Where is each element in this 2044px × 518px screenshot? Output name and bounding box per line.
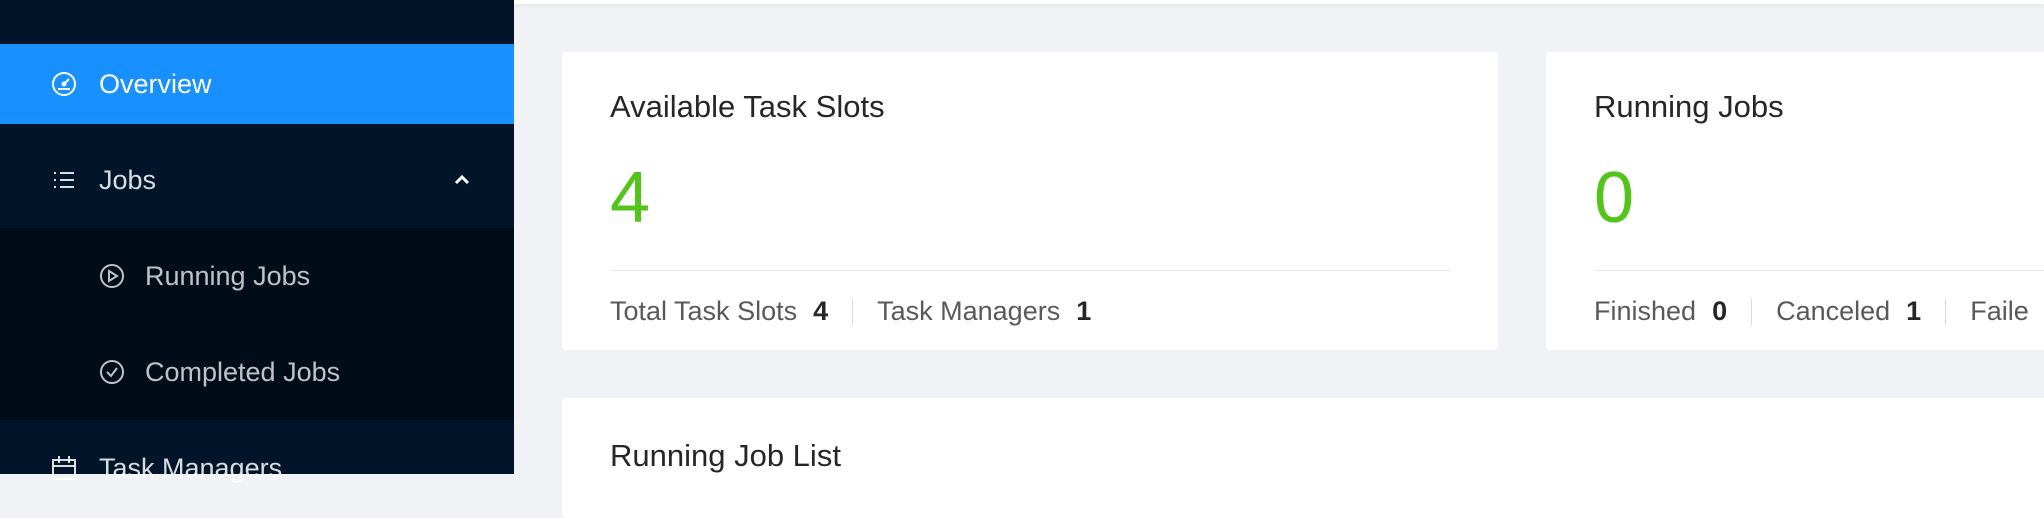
card-footer: Total Task Slots 4 Task Managers 1 [610,296,1091,327]
sidebar-item-label: Jobs [99,164,157,195]
task-managers-label: Task Managers [877,296,1061,326]
canceled-label: Canceled [1776,296,1891,326]
card-footer: Finished 0 Canceled 1 Faile [1594,296,2029,327]
sidebar-item-running-jobs[interactable]: Running Jobs [0,236,514,316]
total-task-slots-value: 4 [813,296,829,326]
chevron-up-icon[interactable] [448,166,476,194]
calendar-icon [49,453,79,483]
sidebar-item-completed-jobs[interactable]: Completed Jobs [0,332,514,412]
task-managers-value: 1 [1076,296,1092,326]
card-title: Available Task Slots [610,89,885,124]
dashboard-icon [49,69,79,99]
list-icon [49,165,79,195]
running-jobs-card: Running Jobs 0 Finished 0 Canceled 1 Fai… [1546,52,2044,350]
sidebar-item-label: Task Managers [99,452,283,483]
failed-label: Faile [1970,296,2029,326]
jobs-submenu: Running Jobs Completed Jobs [0,228,514,420]
sidebar-item-label: Running Jobs [145,260,311,291]
sidebar-item-task-managers[interactable]: Task Managers [0,428,514,508]
separator [1945,298,1947,325]
total-task-slots-label: Total Task Slots [610,296,798,326]
check-circle-icon [97,357,127,387]
finished-value: 0 [1712,296,1728,326]
card-title: Running Job List [610,438,841,473]
top-header [514,0,2044,4]
card-title: Running Jobs [1594,89,1784,124]
separator [1751,298,1753,325]
available-task-slots-value: 4 [610,158,651,238]
running-jobs-value: 0 [1594,158,1635,238]
separator [852,298,854,325]
running-job-list-card: Running Job List [562,398,2044,518]
task-slots-card: Available Task Slots 4 Total Task Slots … [562,52,1498,350]
sidebar-item-label: Overview [99,68,212,99]
divider [610,270,1450,271]
sidebar: Overview Jobs Running Jobs Completed Job… [0,0,514,483]
play-circle-icon [97,261,127,291]
sidebar-item-label: Completed Jobs [145,356,341,387]
finished-label: Finished [1594,296,1697,326]
sidebar-item-jobs[interactable]: Jobs [0,140,514,220]
divider [1594,270,2044,271]
sidebar-item-overview[interactable]: Overview [0,44,514,124]
canceled-value: 1 [1906,296,1922,326]
